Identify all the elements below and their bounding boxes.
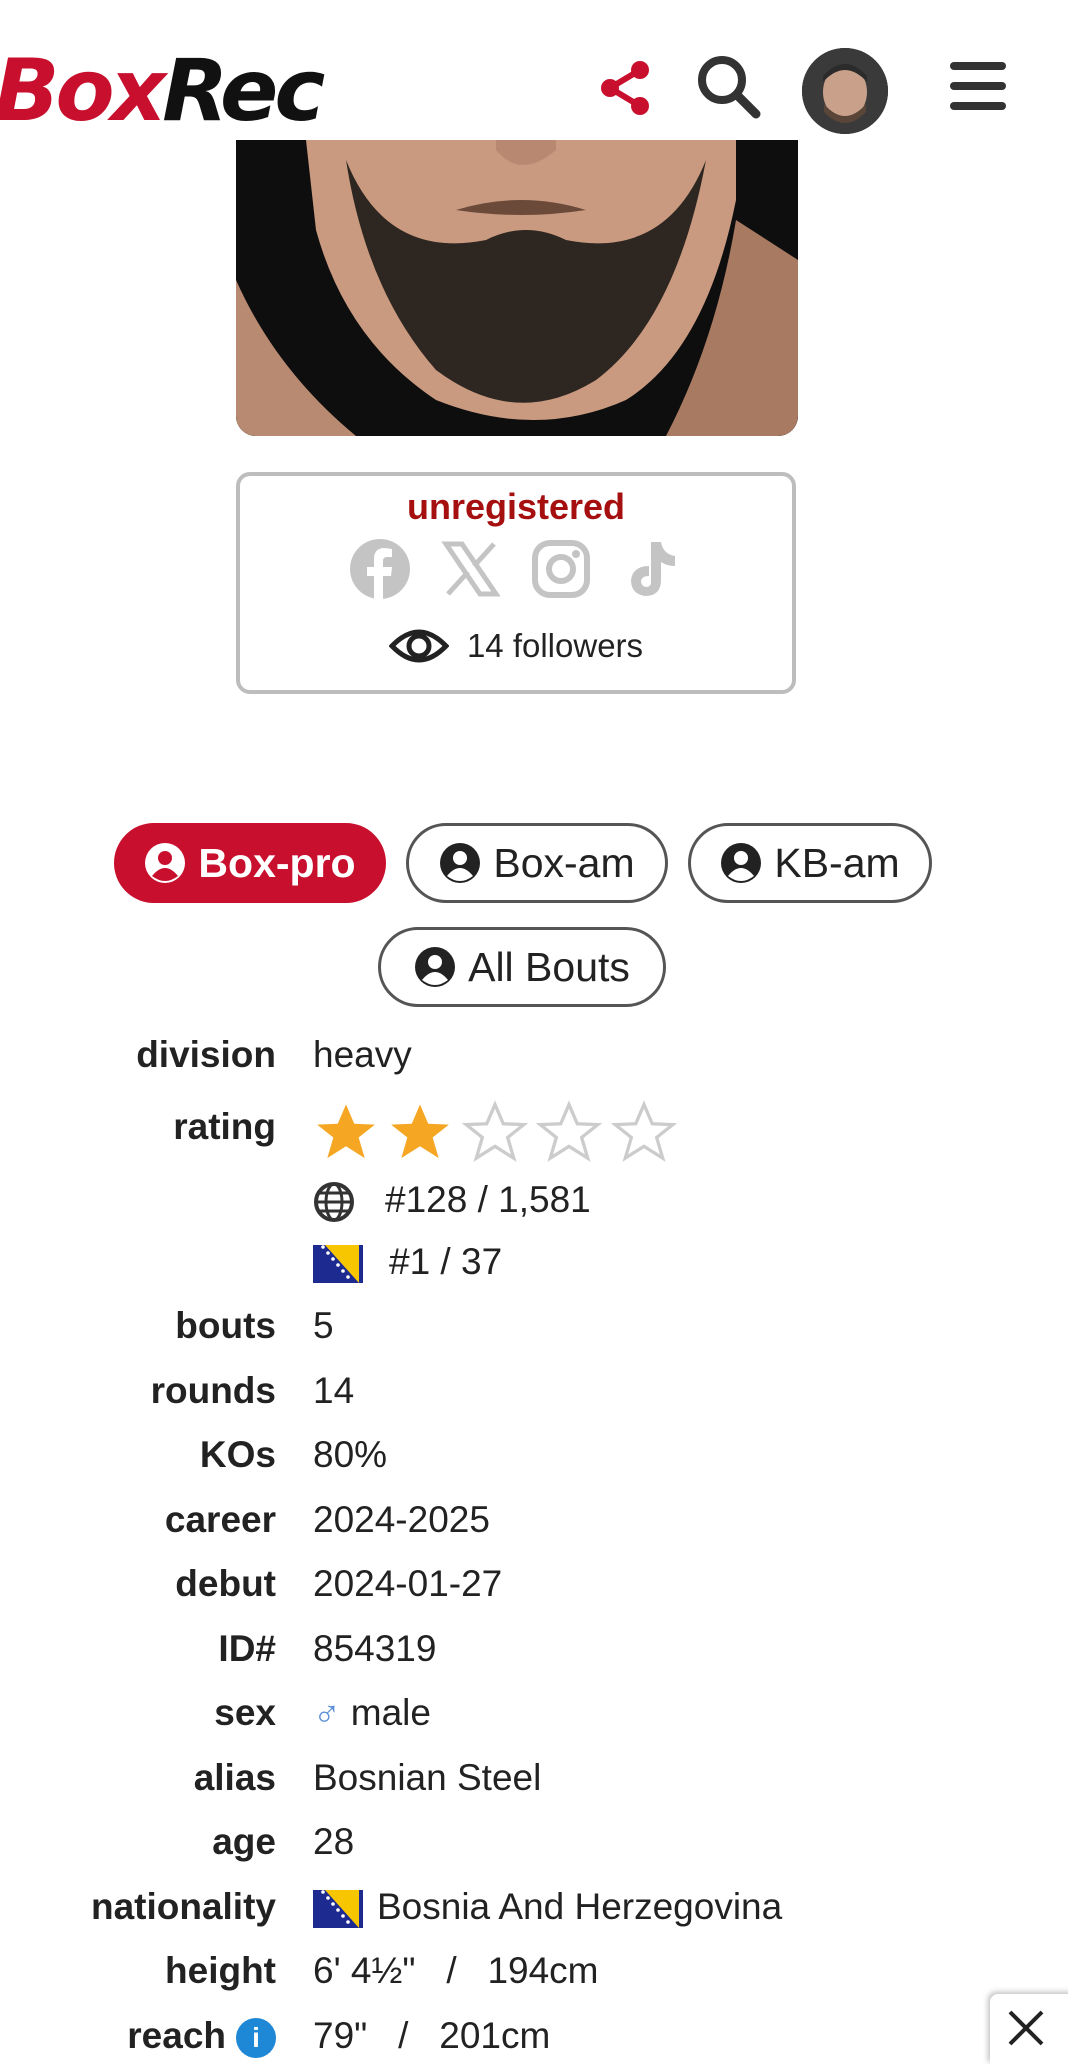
reach-label-text: reach (127, 2015, 226, 2056)
tab-label: All Bouts (468, 943, 630, 990)
nationality-value[interactable]: Bosnia And Herzegovina (313, 1879, 782, 1935)
row-sex: sex ♂ male (0, 1685, 1068, 1741)
star-filled-icon (391, 1104, 450, 1159)
bosnia-flag-icon (313, 1890, 363, 1929)
sex-value: ♂ male (313, 1685, 431, 1741)
tab-box-pro[interactable]: Box-pro (114, 823, 386, 903)
facebook-icon[interactable] (349, 538, 411, 600)
row-rating: rating (0, 1099, 1068, 1162)
rating-label: rating (173, 1106, 276, 1147)
sex-text: male (350, 1692, 431, 1733)
rating-stars (313, 1099, 681, 1169)
reach-label: reach i (127, 2008, 276, 2064)
bouts-value: 5 (313, 1305, 334, 1346)
male-symbol-icon: ♂ (313, 1692, 341, 1733)
row-kos: KOs 80% (0, 1427, 1068, 1483)
alias-label: alias (193, 1757, 276, 1798)
site-header: BoxRec (0, 0, 1068, 140)
tab-label: Box-am (493, 839, 635, 886)
age-label: age (212, 1821, 276, 1862)
user-circle-icon (415, 947, 456, 987)
user-circle-icon (145, 843, 186, 883)
row-career: career 2024-2025 (0, 1492, 1068, 1548)
user-circle-icon (440, 843, 481, 883)
reach-value: 79" / 201cm (313, 2015, 551, 2056)
debut-value: 2024-01-27 (313, 1563, 503, 1604)
followers-count[interactable]: 14 followers (240, 624, 792, 668)
country-rank-text: #1 / 37 (389, 1241, 503, 1282)
id-label: ID# (218, 1628, 276, 1669)
row-rounds: rounds 14 (0, 1363, 1068, 1419)
user-avatar[interactable] (802, 48, 888, 134)
world-rank-text: #128 / 1,581 (385, 1179, 591, 1220)
row-nationality: nationality Bosnia And Herzegovina (0, 1879, 1068, 1935)
age-value: 28 (313, 1821, 355, 1862)
eye-icon (388, 629, 449, 663)
division-value: heavy (313, 1034, 412, 1075)
debut-label: debut (175, 1563, 276, 1604)
nationality-text: Bosnia And Herzegovina (377, 1886, 783, 1927)
instagram-icon[interactable] (530, 538, 592, 600)
height-label: height (165, 1950, 276, 1991)
star-filled-icon (317, 1104, 375, 1159)
row-height: height 6' 4½" / 194cm (0, 1943, 1068, 1999)
row-reach: reach i 79" / 201cm (0, 2008, 1068, 2064)
row-age: age 28 (0, 1814, 1068, 1870)
alias-value: Bosnian Steel (313, 1757, 542, 1798)
row-alias: alias Bosnian Steel (0, 1750, 1068, 1806)
user-circle-icon (721, 843, 762, 883)
close-icon (1008, 2010, 1044, 2046)
tab-kb-am[interactable]: KB-am (688, 823, 932, 903)
row-world-rank[interactable]: #128 / 1,581 (0, 1172, 1068, 1228)
boxer-photo (236, 140, 798, 436)
social-icons (240, 538, 792, 600)
height-value: 6' 4½" / 194cm (313, 1950, 599, 1991)
x-icon[interactable] (440, 538, 502, 600)
close-ad-button[interactable] (990, 1994, 1068, 2064)
tab-box-am[interactable]: Box-am (406, 823, 668, 903)
nationality-label: nationality (90, 1886, 276, 1927)
tab-all-bouts[interactable]: All Bouts (378, 927, 666, 1007)
globe-icon (314, 1182, 354, 1223)
tab-label: Box-pro (198, 839, 356, 886)
registration-status: unregistered (406, 486, 626, 527)
profile-social-box: unregistered 14 followers (236, 472, 796, 694)
tab-label: KB-am (774, 839, 900, 886)
search-icon[interactable] (694, 52, 764, 122)
info-icon[interactable]: i (236, 2018, 276, 2059)
boxrec-logo[interactable]: BoxRec (0, 48, 325, 134)
country-rank-value: #1 / 37 (313, 1234, 502, 1290)
menu-icon[interactable] (948, 60, 1008, 112)
star-empty-icon (461, 1100, 529, 1162)
row-bouts: bouts 5 (0, 1298, 1068, 1354)
tiktok-icon[interactable] (621, 538, 683, 600)
followers-text: 14 followers (466, 627, 644, 664)
logo-part-box: Box (0, 41, 166, 141)
row-division: division heavy (0, 1027, 1068, 1083)
row-country-rank[interactable]: #1 / 37 (0, 1234, 1068, 1290)
world-rank-value: #128 / 1,581 (313, 1172, 591, 1228)
row-debut: debut 2024-01-27 (0, 1556, 1068, 1612)
rounds-value: 14 (313, 1370, 355, 1411)
bosnia-flag-icon (313, 1245, 363, 1284)
id-value: 854319 (313, 1628, 437, 1669)
sex-label: sex (214, 1692, 276, 1733)
share-icon[interactable] (598, 60, 654, 116)
kos-value: 80% (313, 1434, 388, 1475)
career-label: career (164, 1499, 276, 1540)
logo-part-rec: Rec (162, 41, 325, 141)
division-label: division (136, 1034, 276, 1075)
bouts-label: bouts (175, 1305, 276, 1346)
rounds-label: rounds (150, 1370, 276, 1411)
star-empty-icon (610, 1100, 678, 1162)
row-id: ID# 854319 (0, 1621, 1068, 1677)
career-value: 2024-2025 (313, 1499, 490, 1540)
kos-label: KOs (199, 1434, 276, 1475)
star-empty-icon (535, 1100, 603, 1162)
